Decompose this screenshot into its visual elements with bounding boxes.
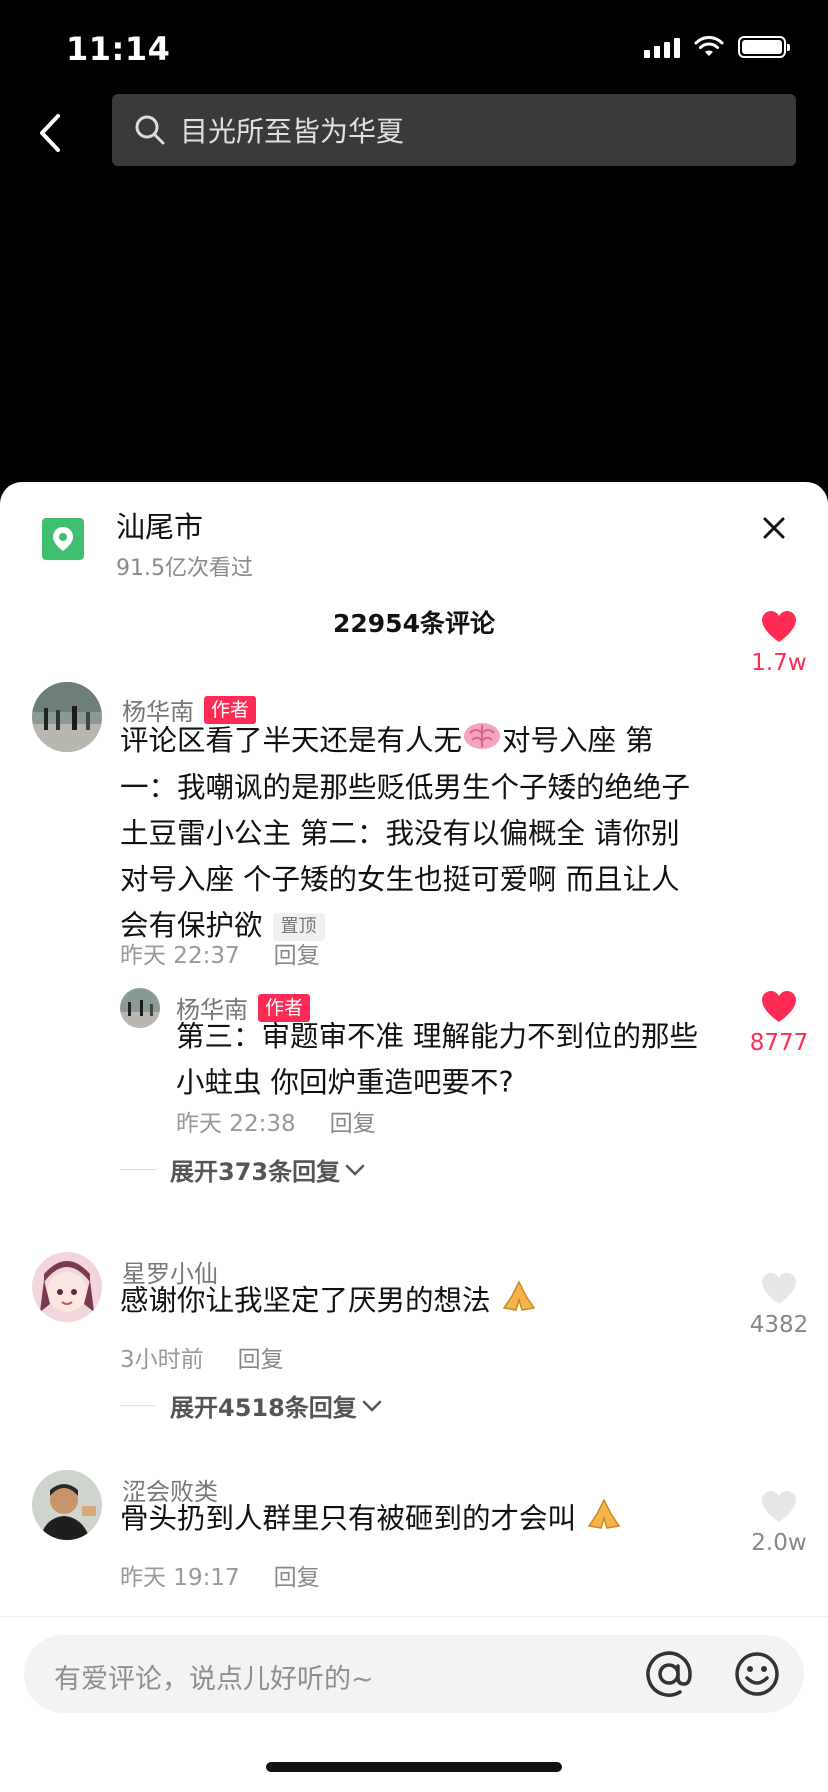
reply-button[interactable]: 回复	[274, 936, 320, 970]
avatar[interactable]	[32, 682, 102, 752]
search-bar[interactable]: 目光所至皆为华夏	[112, 94, 796, 166]
reply-button[interactable]: 回复	[330, 1104, 376, 1138]
like-count: 8777	[749, 1030, 809, 1056]
smiley-icon	[735, 1652, 779, 1696]
comment-text-line: 骨头扔到人群里只有被砸到的才会叫	[120, 1502, 577, 1535]
comment-text: 评论区看了半天还是有人无 对号入座 第 一：我嘲讽的是那些贬低男生个子矮的绝绝子 …	[120, 718, 730, 949]
wifi-icon	[694, 36, 724, 56]
comment-meta: 3小时前 回复	[120, 1340, 284, 1374]
like-button[interactable]: 2.0w	[734, 1490, 824, 1556]
brain-emoji-icon	[462, 719, 502, 765]
comment-meta: 昨天 22:37 回复	[120, 936, 320, 970]
chevron-down-icon	[345, 1164, 365, 1176]
comment-text-line: 第三：审题审不准 理解能力不到位的那些	[176, 1020, 699, 1053]
expand-replies-label: 展开4518条回复	[170, 1394, 357, 1422]
heart-outline-icon	[762, 1273, 796, 1304]
chevron-down-icon	[362, 1400, 382, 1412]
comment-meta: 昨天 22:38 回复	[176, 1104, 376, 1138]
status-bar: 11:14	[0, 0, 828, 90]
comment-text-line: 土豆雷小公主 第二：我没有以偏概全 请你别	[120, 817, 680, 850]
comment-text-line: 小蛀虫 你回炉重造吧要不?	[176, 1066, 514, 1099]
comment-time: 3小时前	[120, 1347, 204, 1373]
comment-input[interactable]: 有爱评论，说点儿好听的~	[24, 1635, 804, 1713]
like-count: 2.0w	[751, 1530, 807, 1556]
search-query: 目光所至皆为华夏	[180, 115, 405, 148]
heart-filled-icon	[762, 991, 796, 1022]
reply-button[interactable]: 回复	[274, 1558, 320, 1592]
comment-time: 昨天 22:38	[176, 1111, 296, 1137]
like-button[interactable]: 1.7w	[734, 610, 824, 676]
folded-hands-emoji-icon	[585, 1496, 623, 1544]
comment-input-placeholder: 有爱评论，说点儿好听的~	[54, 1664, 374, 1695]
comment-sheet: 汕尾市 91.5亿次看过 22954条评论 杨华南 作者 评论区看了半天还是有人…	[0, 482, 828, 1792]
back-button[interactable]	[30, 108, 70, 158]
avatar[interactable]	[32, 1252, 102, 1322]
close-icon	[763, 517, 785, 539]
folded-hands-emoji-icon	[500, 1278, 538, 1326]
expand-replies-label: 展开373条回复	[170, 1158, 341, 1186]
location-title[interactable]: 汕尾市	[116, 504, 203, 546]
status-time: 11:14	[66, 30, 171, 68]
signal-icon	[644, 36, 680, 58]
chevron-left-icon	[40, 114, 60, 152]
at-icon	[646, 1651, 692, 1697]
comment-count: 22954条评论	[333, 609, 495, 638]
heart-outline-icon	[762, 1491, 796, 1522]
battery-icon	[738, 36, 790, 58]
comment-text: 感谢你让我坚定了厌男的想法	[120, 1278, 730, 1326]
status-icons	[644, 36, 790, 58]
comment-time: 昨天 19:17	[120, 1565, 240, 1591]
location-pin-icon	[42, 518, 84, 560]
comment-text: 骨头扔到人群里只有被砸到的才会叫	[120, 1496, 730, 1544]
home-indicator	[266, 1762, 562, 1772]
comment-input-area: 有爱评论，说点儿好听的~	[0, 1616, 828, 1737]
like-count: 4382	[749, 1312, 809, 1338]
like-button[interactable]: 8777	[734, 990, 824, 1056]
expand-replies-button[interactable]: 展开373条回复	[120, 1152, 366, 1187]
close-button[interactable]	[754, 508, 794, 548]
comment-meta: 昨天 19:17 回复	[120, 1558, 320, 1592]
comment-text-line: 评论区看了半天还是有人无	[120, 724, 463, 757]
comment-time: 昨天 22:37	[120, 943, 240, 969]
comment-text-line: 感谢你让我坚定了厌男的想法	[120, 1284, 491, 1317]
location-views: 91.5亿次看过	[116, 556, 253, 581]
avatar[interactable]	[120, 988, 160, 1028]
reply-button[interactable]: 回复	[238, 1340, 284, 1374]
avatar[interactable]	[32, 1470, 102, 1540]
like-button[interactable]: 4382	[734, 1272, 824, 1338]
emoji-button[interactable]	[732, 1649, 782, 1699]
comment-text: 第三：审题审不准 理解能力不到位的那些 小蛀虫 你回炉重造吧要不?	[176, 1014, 736, 1106]
comment-text-line: 一：我嘲讽的是那些贬低男生个子矮的绝绝子	[120, 771, 691, 804]
mention-button[interactable]	[644, 1649, 694, 1699]
comment-text-line: 对号入座 个子矮的女生也挺可爱啊 而且让人	[120, 863, 680, 896]
search-icon	[134, 114, 166, 146]
comment-text-line: 对号入座 第	[502, 724, 654, 757]
like-count: 1.7w	[751, 650, 807, 676]
expand-replies-button[interactable]: 展开4518条回复	[120, 1388, 383, 1423]
heart-filled-icon	[762, 611, 796, 642]
